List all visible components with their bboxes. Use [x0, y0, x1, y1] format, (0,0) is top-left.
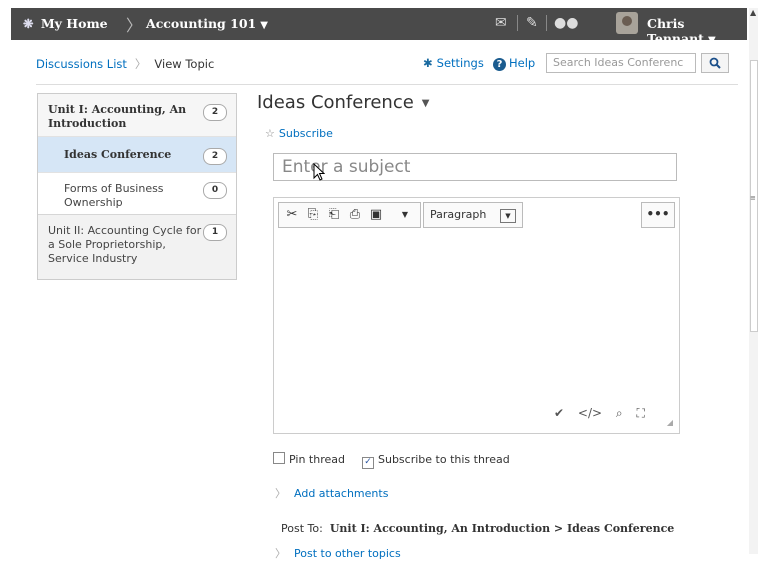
unread-count-badge: 1 — [203, 224, 227, 241]
paste-icon[interactable]: ⎗ — [324, 206, 344, 224]
page-title: Ideas Conference — [257, 92, 414, 113]
divider — [546, 15, 547, 31]
message-icon[interactable]: ✉ — [495, 15, 507, 31]
sidebar-item-unit-1[interactable]: Unit I: Accounting, An Introduction 2 — [38, 94, 236, 137]
unread-count-badge: 0 — [203, 182, 227, 199]
user-menu[interactable]: Chris Tennant ▼ — [647, 16, 747, 46]
home-logo-icon: ❋ — [23, 16, 34, 31]
copy-icon[interactable]: ⎘ — [303, 206, 323, 224]
sidebar-item-ideas-conference[interactable]: Ideas Conference 2 — [38, 137, 236, 173]
pin-thread-label: Pin thread — [289, 453, 345, 466]
paste-text-icon[interactable]: ⎙ — [345, 206, 365, 224]
thread-options: Pin thread ✓ Subscribe to this thread — [273, 452, 510, 469]
scroll-grip-icon: ≡ — [750, 194, 756, 202]
page-scrollbar[interactable]: ▲ ≡ — [749, 8, 758, 554]
divider — [517, 15, 518, 31]
breadcrumb-view-topic: View Topic — [154, 57, 215, 71]
top-nav-bar: ❋ My Home 〉 Accounting 101 ▼ ✉ ✎ ●● Chris… — [11, 8, 747, 46]
preview-icon[interactable]: ⌕ — [616, 406, 623, 420]
post-to-value: Unit I: Accounting, An Introduction > Id… — [329, 522, 675, 535]
help-link[interactable]: ? Help — [493, 56, 535, 71]
chevron-down-icon[interactable]: ▼ — [395, 206, 415, 224]
subject-input[interactable]: Enter a subject — [273, 153, 677, 181]
settings-link[interactable]: ✱ Settings — [423, 56, 484, 70]
search-icon — [709, 57, 721, 69]
cut-icon[interactable]: ✂ — [282, 206, 302, 224]
spellcheck-icon[interactable]: ✔ — [554, 406, 564, 420]
nav-chevron-icon: 〉 — [126, 16, 143, 35]
post-other-topics-link[interactable]: 〉 Post to other topics — [275, 545, 401, 561]
add-attachments-label: Add attachments — [294, 487, 389, 500]
settings-label: Settings — [436, 56, 484, 70]
search-input[interactable]: Search Ideas Conferenc — [546, 53, 696, 73]
topics-sidebar: Unit I: Accounting, An Introduction 2 Id… — [37, 93, 237, 280]
unread-count-badge: 2 — [203, 104, 227, 121]
format-label: Paragraph — [430, 208, 487, 221]
fullscreen-icon[interactable]: ⛶ — [636, 406, 644, 420]
sidebar-item-label: Unit II: Accounting Cycle for a Sole Pro… — [48, 224, 202, 265]
sidebar-item-label: Unit I: Accounting, An Introduction — [48, 103, 187, 130]
search-button[interactable] — [701, 53, 729, 73]
help-icon: ? — [493, 58, 506, 71]
chevron-down-icon: ▼ — [421, 97, 430, 109]
more-icon: ••• — [646, 207, 670, 221]
resize-handle-icon[interactable]: ◢ — [667, 418, 673, 427]
sidebar-item-unit-2[interactable]: Unit II: Accounting Cycle for a Sole Pro… — [38, 215, 236, 279]
breadcrumb: Discussions List 〉 View Topic — [36, 56, 214, 72]
course-selector[interactable]: Accounting 101 ▼ — [146, 16, 268, 31]
subscriptions-icon[interactable]: ●● — [554, 15, 578, 31]
chevron-down-icon: ▼ — [500, 209, 516, 223]
subscribe-link[interactable]: ☆ Subscribe — [265, 127, 333, 140]
clipboard-toolbar: ✂ ⎘ ⎗ ⎙ ▣ ▼ — [278, 202, 421, 228]
mouse-cursor-icon — [313, 162, 326, 185]
header-divider — [36, 84, 738, 85]
breadcrumb-chevron-icon: 〉 — [134, 57, 147, 71]
help-label: Help — [509, 56, 536, 70]
avatar[interactable] — [616, 12, 638, 34]
post-to-label: Post To: — [281, 522, 323, 535]
updates-icon[interactable]: ✎ — [526, 15, 538, 31]
subscribe-thread-checkbox[interactable]: ✓ — [361, 457, 374, 469]
post-to-info: Post To: Unit I: Accounting, An Introduc… — [281, 522, 674, 535]
topic-title-menu[interactable]: Ideas Conference ▼ — [257, 92, 430, 113]
more-actions-button[interactable]: ••• — [641, 202, 675, 228]
unread-count-badge: 2 — [203, 148, 227, 165]
paste-word-icon[interactable]: ▣ — [366, 206, 386, 224]
source-code-icon[interactable]: </> — [578, 406, 602, 420]
user-name: Chris Tennant — [647, 16, 704, 46]
breadcrumb-discussions-list[interactable]: Discussions List — [36, 57, 127, 71]
sidebar-item-label: Forms of Business Ownership — [64, 182, 164, 209]
my-home-label: My Home — [40, 16, 108, 31]
chevron-down-icon: ▼ — [260, 20, 268, 31]
chevron-right-icon: 〉 — [275, 487, 286, 500]
rich-text-editor[interactable]: ✂ ⎘ ⎗ ⎙ ▣ ▼ Paragraph ▼ ••• ✔ </> ⌕ ⛶ ◢ — [273, 197, 680, 434]
subscribe-thread-label: Subscribe to this thread — [377, 453, 510, 466]
course-label: Accounting 101 — [146, 16, 257, 31]
my-home-link[interactable]: ❋ My Home — [23, 16, 108, 31]
sidebar-item-label: Ideas Conference — [64, 148, 172, 161]
scroll-up-icon[interactable]: ▲ — [750, 8, 756, 17]
subscribe-label: Subscribe — [278, 127, 333, 140]
pin-thread-checkbox[interactable] — [273, 452, 285, 464]
gear-icon: ✱ — [423, 56, 433, 70]
add-attachments-link[interactable]: 〉 Add attachments — [275, 485, 388, 501]
editor-footer-tools: ✔ </> ⌕ ⛶ — [554, 406, 655, 421]
star-icon: ☆ — [265, 127, 275, 140]
sidebar-item-forms-of-business[interactable]: Forms of Business Ownership 0 — [38, 173, 236, 215]
chevron-down-icon: ▼ — [707, 35, 716, 46]
format-select[interactable]: Paragraph ▼ — [423, 202, 523, 228]
